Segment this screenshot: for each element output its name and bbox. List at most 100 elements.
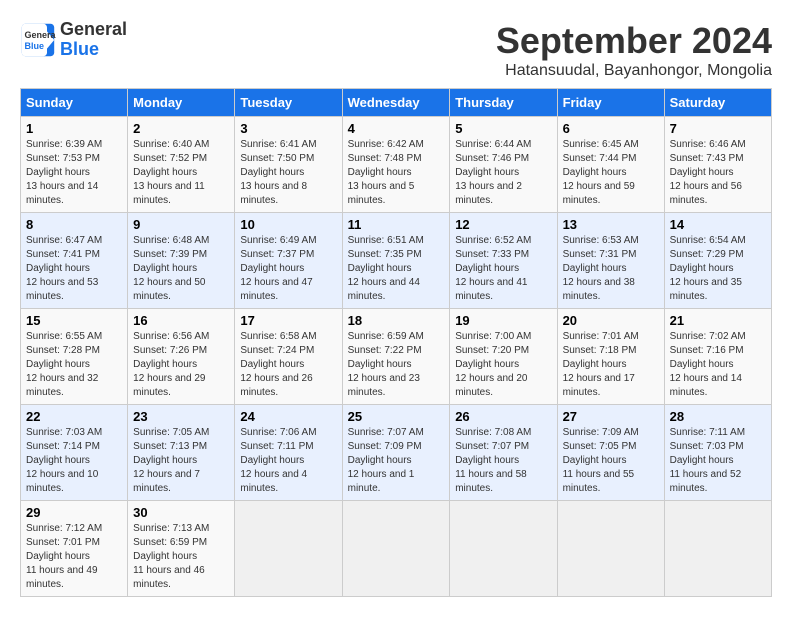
day-info: Sunrise: 6:54 AMSunset: 7:29 PMDaylight …: [670, 235, 746, 302]
day-number: 24: [240, 409, 336, 424]
day-number: 10: [240, 217, 336, 232]
weekday-header-row: Sunday Monday Tuesday Wednesday Thursday…: [21, 89, 772, 117]
logo: General Blue GeneralBlue: [20, 20, 127, 60]
logo-text: GeneralBlue: [60, 20, 127, 60]
table-row: [664, 501, 771, 597]
day-info: Sunrise: 6:40 AMSunset: 7:52 PMDaylight …: [133, 139, 209, 206]
svg-text:Blue: Blue: [25, 41, 45, 51]
day-number: 11: [348, 217, 445, 232]
day-number: 23: [133, 409, 229, 424]
day-number: 8: [26, 217, 122, 232]
table-row: 7 Sunrise: 6:46 AMSunset: 7:43 PMDayligh…: [664, 117, 771, 213]
day-number: 20: [563, 313, 659, 328]
day-number: 4: [348, 121, 445, 136]
day-number: 17: [240, 313, 336, 328]
day-number: 16: [133, 313, 229, 328]
day-info: Sunrise: 6:47 AMSunset: 7:41 PMDaylight …: [26, 235, 102, 302]
day-info: Sunrise: 6:39 AMSunset: 7:53 PMDaylight …: [26, 139, 102, 206]
header-sunday: Sunday: [21, 89, 128, 117]
calendar-table: Sunday Monday Tuesday Wednesday Thursday…: [20, 88, 772, 597]
table-row: 19 Sunrise: 7:00 AMSunset: 7:20 PMDaylig…: [450, 309, 557, 405]
table-row: 28 Sunrise: 7:11 AMSunset: 7:03 PMDaylig…: [664, 405, 771, 501]
table-row: 6 Sunrise: 6:45 AMSunset: 7:44 PMDayligh…: [557, 117, 664, 213]
table-row: [450, 501, 557, 597]
day-info: Sunrise: 6:56 AMSunset: 7:26 PMDaylight …: [133, 331, 209, 398]
table-row: 23 Sunrise: 7:05 AMSunset: 7:13 PMDaylig…: [128, 405, 235, 501]
day-info: Sunrise: 6:46 AMSunset: 7:43 PMDaylight …: [670, 139, 746, 206]
header-thursday: Thursday: [450, 89, 557, 117]
day-info: Sunrise: 7:01 AMSunset: 7:18 PMDaylight …: [563, 331, 639, 398]
calendar-week-row: 1 Sunrise: 6:39 AMSunset: 7:53 PMDayligh…: [21, 117, 772, 213]
day-info: Sunrise: 6:58 AMSunset: 7:24 PMDaylight …: [240, 331, 316, 398]
day-number: 2: [133, 121, 229, 136]
table-row: 26 Sunrise: 7:08 AMSunset: 7:07 PMDaylig…: [450, 405, 557, 501]
table-row: 27 Sunrise: 7:09 AMSunset: 7:05 PMDaylig…: [557, 405, 664, 501]
page-header: General Blue GeneralBlue September 2024 …: [20, 20, 772, 80]
calendar-week-row: 8 Sunrise: 6:47 AMSunset: 7:41 PMDayligh…: [21, 213, 772, 309]
header-monday: Monday: [128, 89, 235, 117]
day-number: 29: [26, 505, 122, 520]
calendar-title-area: September 2024 Hatansuudal, Bayanhongor,…: [496, 20, 772, 80]
day-number: 27: [563, 409, 659, 424]
day-info: Sunrise: 7:08 AMSunset: 7:07 PMDaylight …: [455, 427, 531, 494]
day-number: 30: [133, 505, 229, 520]
table-row: [235, 501, 342, 597]
day-info: Sunrise: 7:13 AMSunset: 6:59 PMDaylight …: [133, 523, 209, 590]
day-number: 9: [133, 217, 229, 232]
table-row: 3 Sunrise: 6:41 AMSunset: 7:50 PMDayligh…: [235, 117, 342, 213]
day-info: Sunrise: 6:45 AMSunset: 7:44 PMDaylight …: [563, 139, 639, 206]
month-year-title: September 2024: [496, 20, 772, 62]
day-number: 7: [670, 121, 766, 136]
day-info: Sunrise: 6:52 AMSunset: 7:33 PMDaylight …: [455, 235, 531, 302]
day-info: Sunrise: 7:07 AMSunset: 7:09 PMDaylight …: [348, 427, 424, 494]
table-row: 2 Sunrise: 6:40 AMSunset: 7:52 PMDayligh…: [128, 117, 235, 213]
header-saturday: Saturday: [664, 89, 771, 117]
table-row: 14 Sunrise: 6:54 AMSunset: 7:29 PMDaylig…: [664, 213, 771, 309]
day-info: Sunrise: 7:06 AMSunset: 7:11 PMDaylight …: [240, 427, 316, 494]
day-info: Sunrise: 7:02 AMSunset: 7:16 PMDaylight …: [670, 331, 746, 398]
day-info: Sunrise: 7:00 AMSunset: 7:20 PMDaylight …: [455, 331, 531, 398]
day-info: Sunrise: 6:53 AMSunset: 7:31 PMDaylight …: [563, 235, 639, 302]
day-number: 3: [240, 121, 336, 136]
calendar-week-row: 22 Sunrise: 7:03 AMSunset: 7:14 PMDaylig…: [21, 405, 772, 501]
svg-text:General: General: [25, 30, 57, 40]
day-number: 28: [670, 409, 766, 424]
table-row: 30 Sunrise: 7:13 AMSunset: 6:59 PMDaylig…: [128, 501, 235, 597]
day-number: 14: [670, 217, 766, 232]
location-title: Hatansuudal, Bayanhongor, Mongolia: [496, 62, 772, 80]
table-row: 4 Sunrise: 6:42 AMSunset: 7:48 PMDayligh…: [342, 117, 450, 213]
table-row: 17 Sunrise: 6:58 AMSunset: 7:24 PMDaylig…: [235, 309, 342, 405]
day-info: Sunrise: 6:41 AMSunset: 7:50 PMDaylight …: [240, 139, 316, 206]
table-row: 25 Sunrise: 7:07 AMSunset: 7:09 PMDaylig…: [342, 405, 450, 501]
day-number: 5: [455, 121, 551, 136]
table-row: 29 Sunrise: 7:12 AMSunset: 7:01 PMDaylig…: [21, 501, 128, 597]
day-info: Sunrise: 6:55 AMSunset: 7:28 PMDaylight …: [26, 331, 102, 398]
table-row: 11 Sunrise: 6:51 AMSunset: 7:35 PMDaylig…: [342, 213, 450, 309]
table-row: [557, 501, 664, 597]
table-row: 20 Sunrise: 7:01 AMSunset: 7:18 PMDaylig…: [557, 309, 664, 405]
day-info: Sunrise: 6:59 AMSunset: 7:22 PMDaylight …: [348, 331, 424, 398]
table-row: 16 Sunrise: 6:56 AMSunset: 7:26 PMDaylig…: [128, 309, 235, 405]
day-info: Sunrise: 6:51 AMSunset: 7:35 PMDaylight …: [348, 235, 424, 302]
table-row: 10 Sunrise: 6:49 AMSunset: 7:37 PMDaylig…: [235, 213, 342, 309]
day-info: Sunrise: 6:48 AMSunset: 7:39 PMDaylight …: [133, 235, 209, 302]
day-info: Sunrise: 7:09 AMSunset: 7:05 PMDaylight …: [563, 427, 639, 494]
logo-icon: General Blue: [20, 22, 56, 58]
day-number: 12: [455, 217, 551, 232]
table-row: 13 Sunrise: 6:53 AMSunset: 7:31 PMDaylig…: [557, 213, 664, 309]
day-number: 21: [670, 313, 766, 328]
day-number: 26: [455, 409, 551, 424]
day-info: Sunrise: 7:12 AMSunset: 7:01 PMDaylight …: [26, 523, 102, 590]
header-friday: Friday: [557, 89, 664, 117]
table-row: 8 Sunrise: 6:47 AMSunset: 7:41 PMDayligh…: [21, 213, 128, 309]
day-number: 6: [563, 121, 659, 136]
table-row: 12 Sunrise: 6:52 AMSunset: 7:33 PMDaylig…: [450, 213, 557, 309]
day-info: Sunrise: 6:49 AMSunset: 7:37 PMDaylight …: [240, 235, 316, 302]
day-number: 13: [563, 217, 659, 232]
table-row: 9 Sunrise: 6:48 AMSunset: 7:39 PMDayligh…: [128, 213, 235, 309]
calendar-week-row: 29 Sunrise: 7:12 AMSunset: 7:01 PMDaylig…: [21, 501, 772, 597]
day-info: Sunrise: 7:11 AMSunset: 7:03 PMDaylight …: [670, 427, 745, 494]
table-row: [342, 501, 450, 597]
table-row: 1 Sunrise: 6:39 AMSunset: 7:53 PMDayligh…: [21, 117, 128, 213]
day-number: 18: [348, 313, 445, 328]
